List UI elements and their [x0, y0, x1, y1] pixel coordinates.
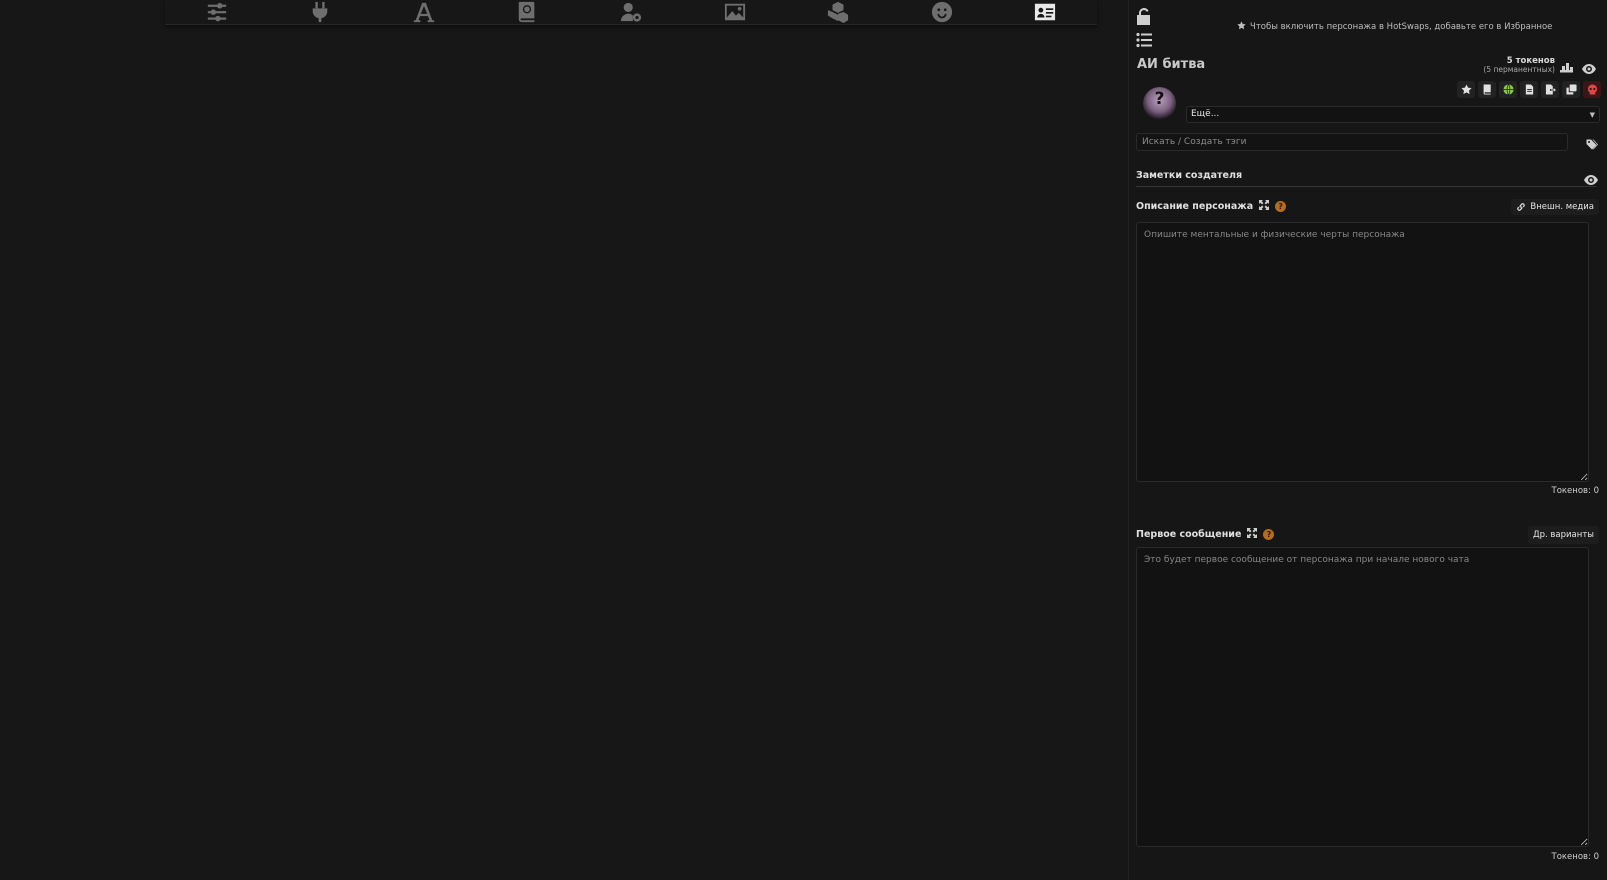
star-icon	[1237, 21, 1246, 33]
export-button[interactable]	[1520, 81, 1538, 98]
cubes-icon[interactable]	[825, 1, 851, 23]
image-icon[interactable]	[722, 1, 748, 23]
creator-notes-toggle[interactable]: Заметки создателя	[1136, 170, 1242, 181]
character-actions	[1457, 81, 1601, 98]
favorite-button[interactable]	[1457, 81, 1475, 98]
advanced-definitions-button[interactable]	[1478, 81, 1496, 98]
file-icon	[1525, 84, 1533, 95]
first-message-textarea[interactable]	[1136, 547, 1589, 847]
first-message-token-count: Токенов: 0	[1551, 852, 1600, 862]
font-icon[interactable]	[411, 1, 437, 23]
world-info-button[interactable]	[1499, 81, 1517, 98]
external-media-label: Внешн. медиа	[1530, 202, 1594, 212]
book-icon	[1483, 84, 1491, 95]
description-header: Описание персонажа ?	[1136, 200, 1287, 213]
alternate-greetings-button[interactable]: Др. варианты	[1527, 526, 1599, 544]
eye-icon[interactable]	[1582, 60, 1596, 74]
file-export-button[interactable]	[1541, 81, 1559, 98]
external-media-button[interactable]: Внешн. медиа	[1511, 199, 1599, 215]
token-count-sub: (5 перманентных)	[1483, 65, 1555, 74]
character-name: АИ битва	[1137, 57, 1206, 72]
expand-icon[interactable]	[1247, 528, 1258, 541]
top-nav-bar	[165, 0, 1097, 25]
id-card-icon[interactable]	[1032, 1, 1058, 23]
hotswap-hint-text: Чтобы включить персонажа в HotSwaps, доб…	[1250, 22, 1553, 32]
more-options-select[interactable]: Ещё... ▼	[1186, 106, 1600, 123]
token-count: 5 токенов (5 перманентных)	[1483, 56, 1555, 74]
lock-open-icon[interactable]	[1136, 7, 1152, 25]
smiley-icon[interactable]	[929, 1, 955, 23]
help-icon[interactable]: ?	[1263, 529, 1275, 540]
clone-icon	[1565, 84, 1577, 95]
description-textarea[interactable]	[1136, 222, 1589, 482]
character-panel: Чтобы включить персонажа в HotSwaps, доб…	[1128, 0, 1607, 880]
user-gear-icon[interactable]	[618, 1, 644, 23]
description-token-count: Токенов: 0	[1551, 486, 1600, 496]
link-icon	[1517, 203, 1526, 211]
stats-icon[interactable]	[1560, 60, 1573, 73]
plug-icon[interactable]	[307, 1, 333, 23]
help-icon[interactable]: ?	[1275, 201, 1287, 212]
skull-icon	[1587, 84, 1597, 95]
eye-icon[interactable]	[1584, 171, 1598, 185]
avatar[interactable]: ?	[1143, 87, 1176, 120]
first-message-header: Первое сообщение ?	[1136, 528, 1275, 541]
duplicate-button[interactable]	[1562, 81, 1580, 98]
book-atlas-icon[interactable]	[514, 1, 540, 23]
tags-icon[interactable]	[1586, 136, 1598, 150]
tag-search-input[interactable]	[1136, 133, 1568, 151]
file-export-icon	[1545, 84, 1556, 95]
avatar-placeholder-mark: ?	[1154, 89, 1165, 109]
chevron-down-icon: ▼	[1589, 111, 1595, 119]
more-options-value: Ещё...	[1191, 109, 1220, 119]
sliders-icon[interactable]	[204, 1, 230, 23]
first-message-label: Первое сообщение	[1136, 529, 1242, 540]
globe-icon	[1502, 84, 1514, 95]
expand-icon[interactable]	[1259, 200, 1270, 213]
hotswap-hint: Чтобы включить персонажа в HotSwaps, доб…	[1237, 21, 1552, 33]
list-icon[interactable]	[1136, 32, 1152, 48]
description-label: Описание персонажа	[1136, 201, 1254, 212]
delete-button[interactable]	[1583, 81, 1601, 98]
divider	[1136, 186, 1596, 187]
star-icon	[1460, 84, 1472, 95]
